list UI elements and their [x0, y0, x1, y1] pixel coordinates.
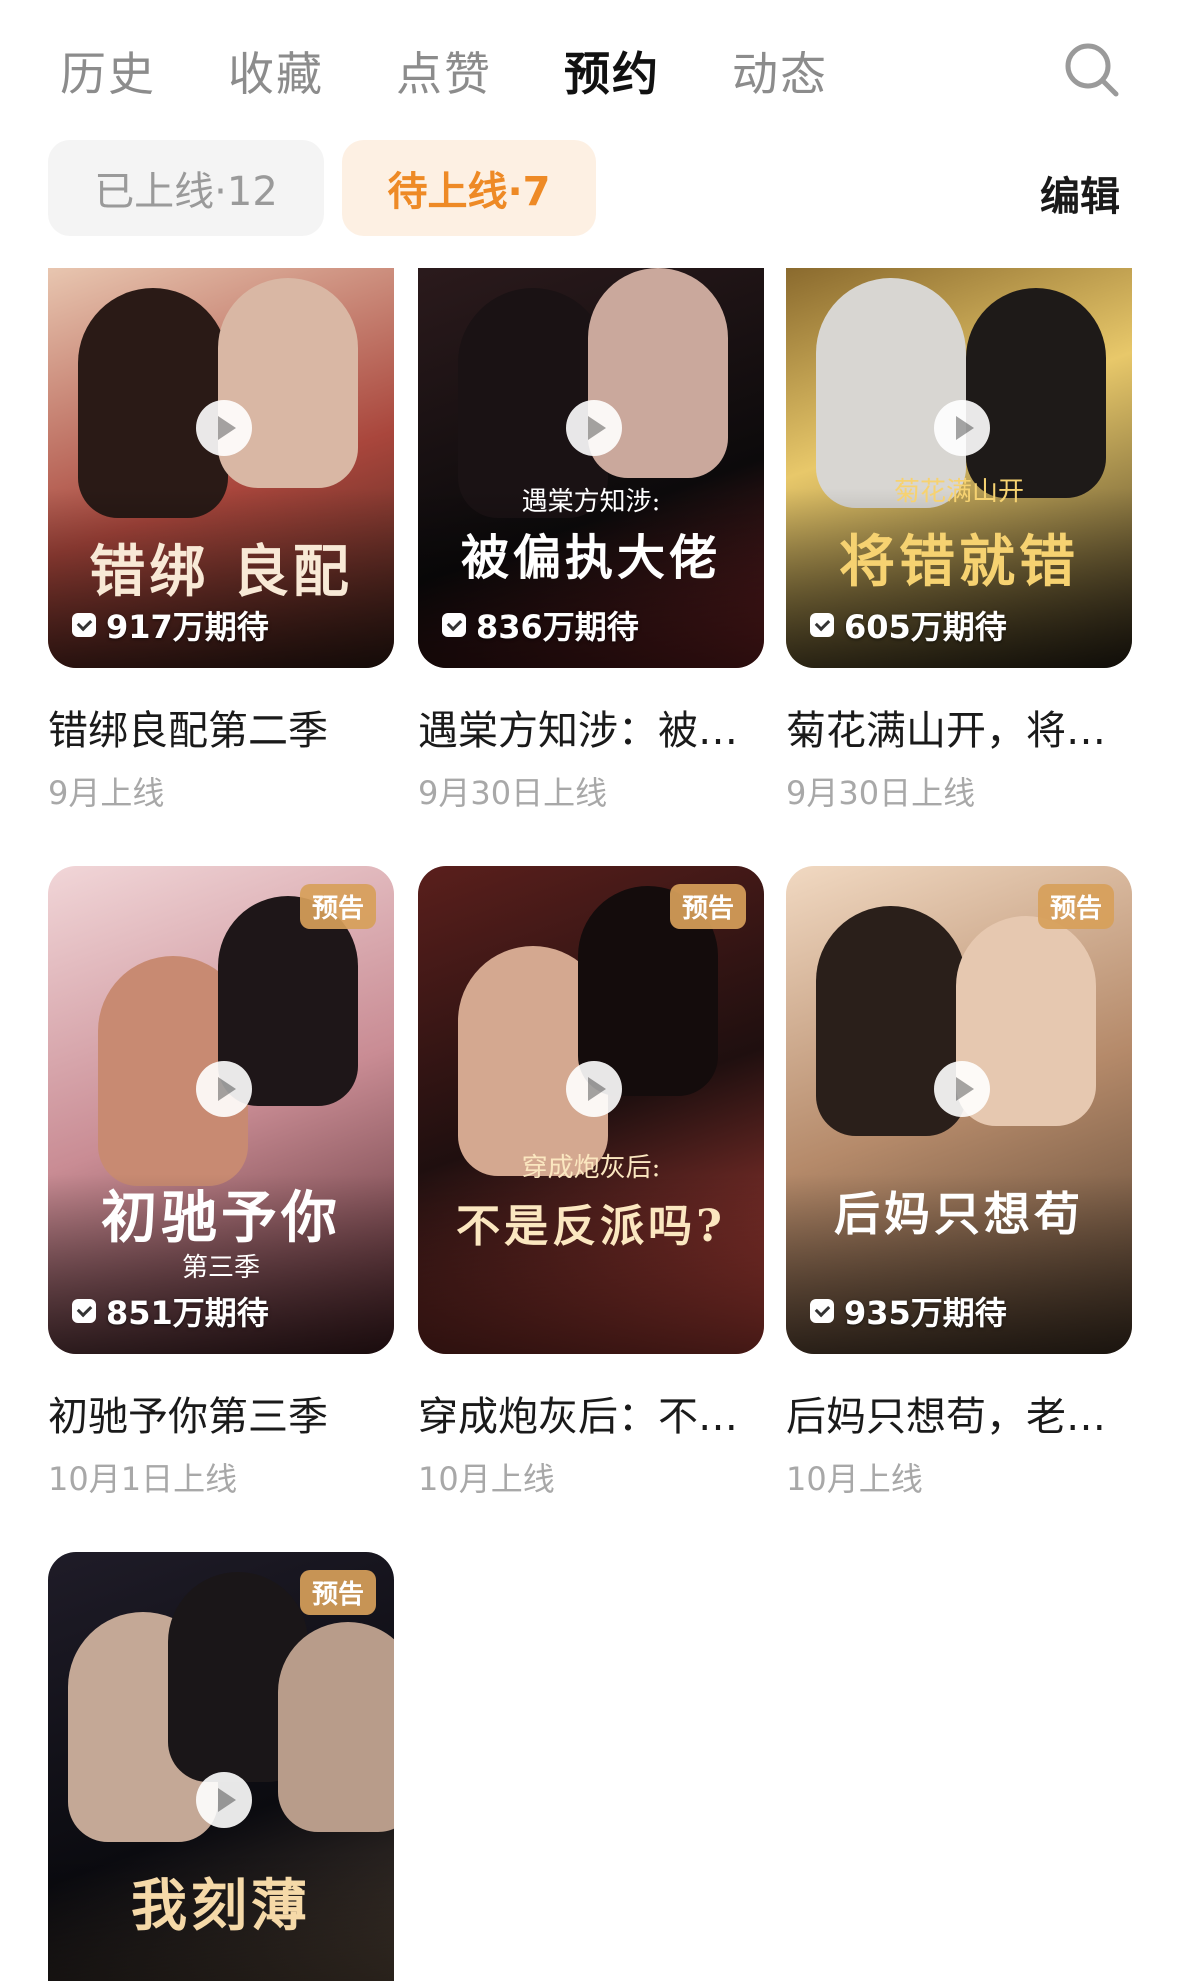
- poster-title: 初驰予你: [101, 1185, 341, 1251]
- edit-button[interactable]: 编辑: [1040, 164, 1120, 222]
- card-title[interactable]: 错绑良配第二季: [48, 698, 394, 756]
- play-icon: [196, 1772, 252, 1828]
- anticipation-count: 935万期待: [810, 1288, 1007, 1334]
- anticipation-count: 917万期待: [72, 602, 269, 648]
- filter-upcoming-chip[interactable]: 待上线·7: [342, 140, 596, 236]
- trailer-badge: 预告: [669, 884, 746, 929]
- anticipation-text: 851万期待: [106, 1294, 269, 1332]
- release-date: 10月上线: [786, 1460, 923, 1498]
- poster-subtitle: 遇棠方知涉:: [521, 487, 661, 517]
- trailer-badge: 预告: [299, 1570, 376, 1615]
- play-icon: [196, 1061, 252, 1117]
- anticipation-text: 605万期待: [844, 608, 1007, 646]
- poster-image[interactable]: 后妈只想苟 预告 935万期待: [786, 866, 1132, 1354]
- card-title[interactable]: 初驰予你第三季: [48, 1384, 394, 1442]
- poster-image[interactable]: 初驰予你 第三季 预告 851万期待: [48, 866, 394, 1354]
- trailer-badge: 预告: [1037, 884, 1114, 929]
- trailer-badge: 预告: [299, 884, 376, 929]
- play-icon: [566, 400, 622, 456]
- poster-subtitle: 穿成炮灰后:: [521, 1153, 661, 1183]
- calendar-check-icon: [810, 1299, 834, 1323]
- top-tab-bar: 历史 收藏 点赞 预约 动态: [0, 0, 1179, 130]
- play-icon: [566, 1061, 622, 1117]
- release-date: 10月1日上线: [48, 1460, 238, 1498]
- anticipation-text: 917万期待: [106, 608, 269, 646]
- anticipation-text: 935万期待: [844, 1294, 1007, 1332]
- tab-likes[interactable]: 点赞: [396, 38, 492, 104]
- tab-reservations[interactable]: 预约: [564, 38, 660, 104]
- anticipation-count: 836万期待: [442, 602, 639, 648]
- poster-title: 被偏执大佬: [460, 530, 721, 586]
- calendar-check-icon: [442, 613, 466, 637]
- calendar-check-icon: [72, 613, 96, 637]
- search-icon: [1065, 43, 1119, 97]
- release-date: 9月30日上线: [418, 774, 608, 812]
- tab-favorites[interactable]: 收藏: [228, 38, 324, 104]
- card-title[interactable]: 后妈只想苟，老…: [786, 1384, 1132, 1442]
- release-date: 9月上线: [48, 774, 165, 812]
- release-date: 9月30日上线: [786, 774, 976, 812]
- anticipation-text: 836万期待: [476, 608, 639, 646]
- calendar-check-icon: [810, 613, 834, 637]
- card-title[interactable]: 遇棠方知涉：被…: [418, 698, 764, 756]
- play-icon: [196, 400, 252, 456]
- search-button[interactable]: [1062, 40, 1122, 100]
- release-date: 10月上线: [418, 1460, 555, 1498]
- filter-online-chip[interactable]: 已上线·12: [48, 140, 324, 236]
- poster-subtitle: 第三季: [181, 1253, 260, 1283]
- poster-image[interactable]: 菊花满山开 将错就错 605万期待: [786, 268, 1132, 668]
- poster-image[interactable]: 我刻薄 预告: [48, 1552, 394, 1981]
- poster-title: 我刻薄: [131, 1873, 311, 1939]
- poster-title: 不是反派吗?: [456, 1201, 726, 1252]
- tab-history[interactable]: 历史: [60, 38, 156, 104]
- play-icon: [934, 1061, 990, 1117]
- poster-title: 错绑 良配: [89, 539, 353, 605]
- poster-image[interactable]: 错绑 良配 917万期待: [48, 268, 394, 668]
- poster-image[interactable]: 遇棠方知涉: 被偏执大佬 836万期待: [418, 268, 764, 668]
- filter-row: 已上线·12 待上线·7 编辑: [0, 140, 1179, 240]
- play-icon: [934, 400, 990, 456]
- poster-subtitle: 菊花满山开: [893, 477, 1024, 507]
- anticipation-count: 605万期待: [810, 602, 1007, 648]
- calendar-check-icon: [72, 1299, 96, 1323]
- card-title[interactable]: 菊花满山开，将…: [786, 698, 1132, 756]
- poster-title: 后妈只想苟: [834, 1187, 1084, 1241]
- tab-activity[interactable]: 动态: [732, 38, 828, 104]
- anticipation-count: 851万期待: [72, 1288, 269, 1334]
- poster-title: 将错就错: [839, 529, 1079, 595]
- poster-image[interactable]: 穿成炮灰后: 不是反派吗? 预告: [418, 866, 764, 1354]
- card-title[interactable]: 穿成炮灰后：不…: [418, 1384, 764, 1442]
